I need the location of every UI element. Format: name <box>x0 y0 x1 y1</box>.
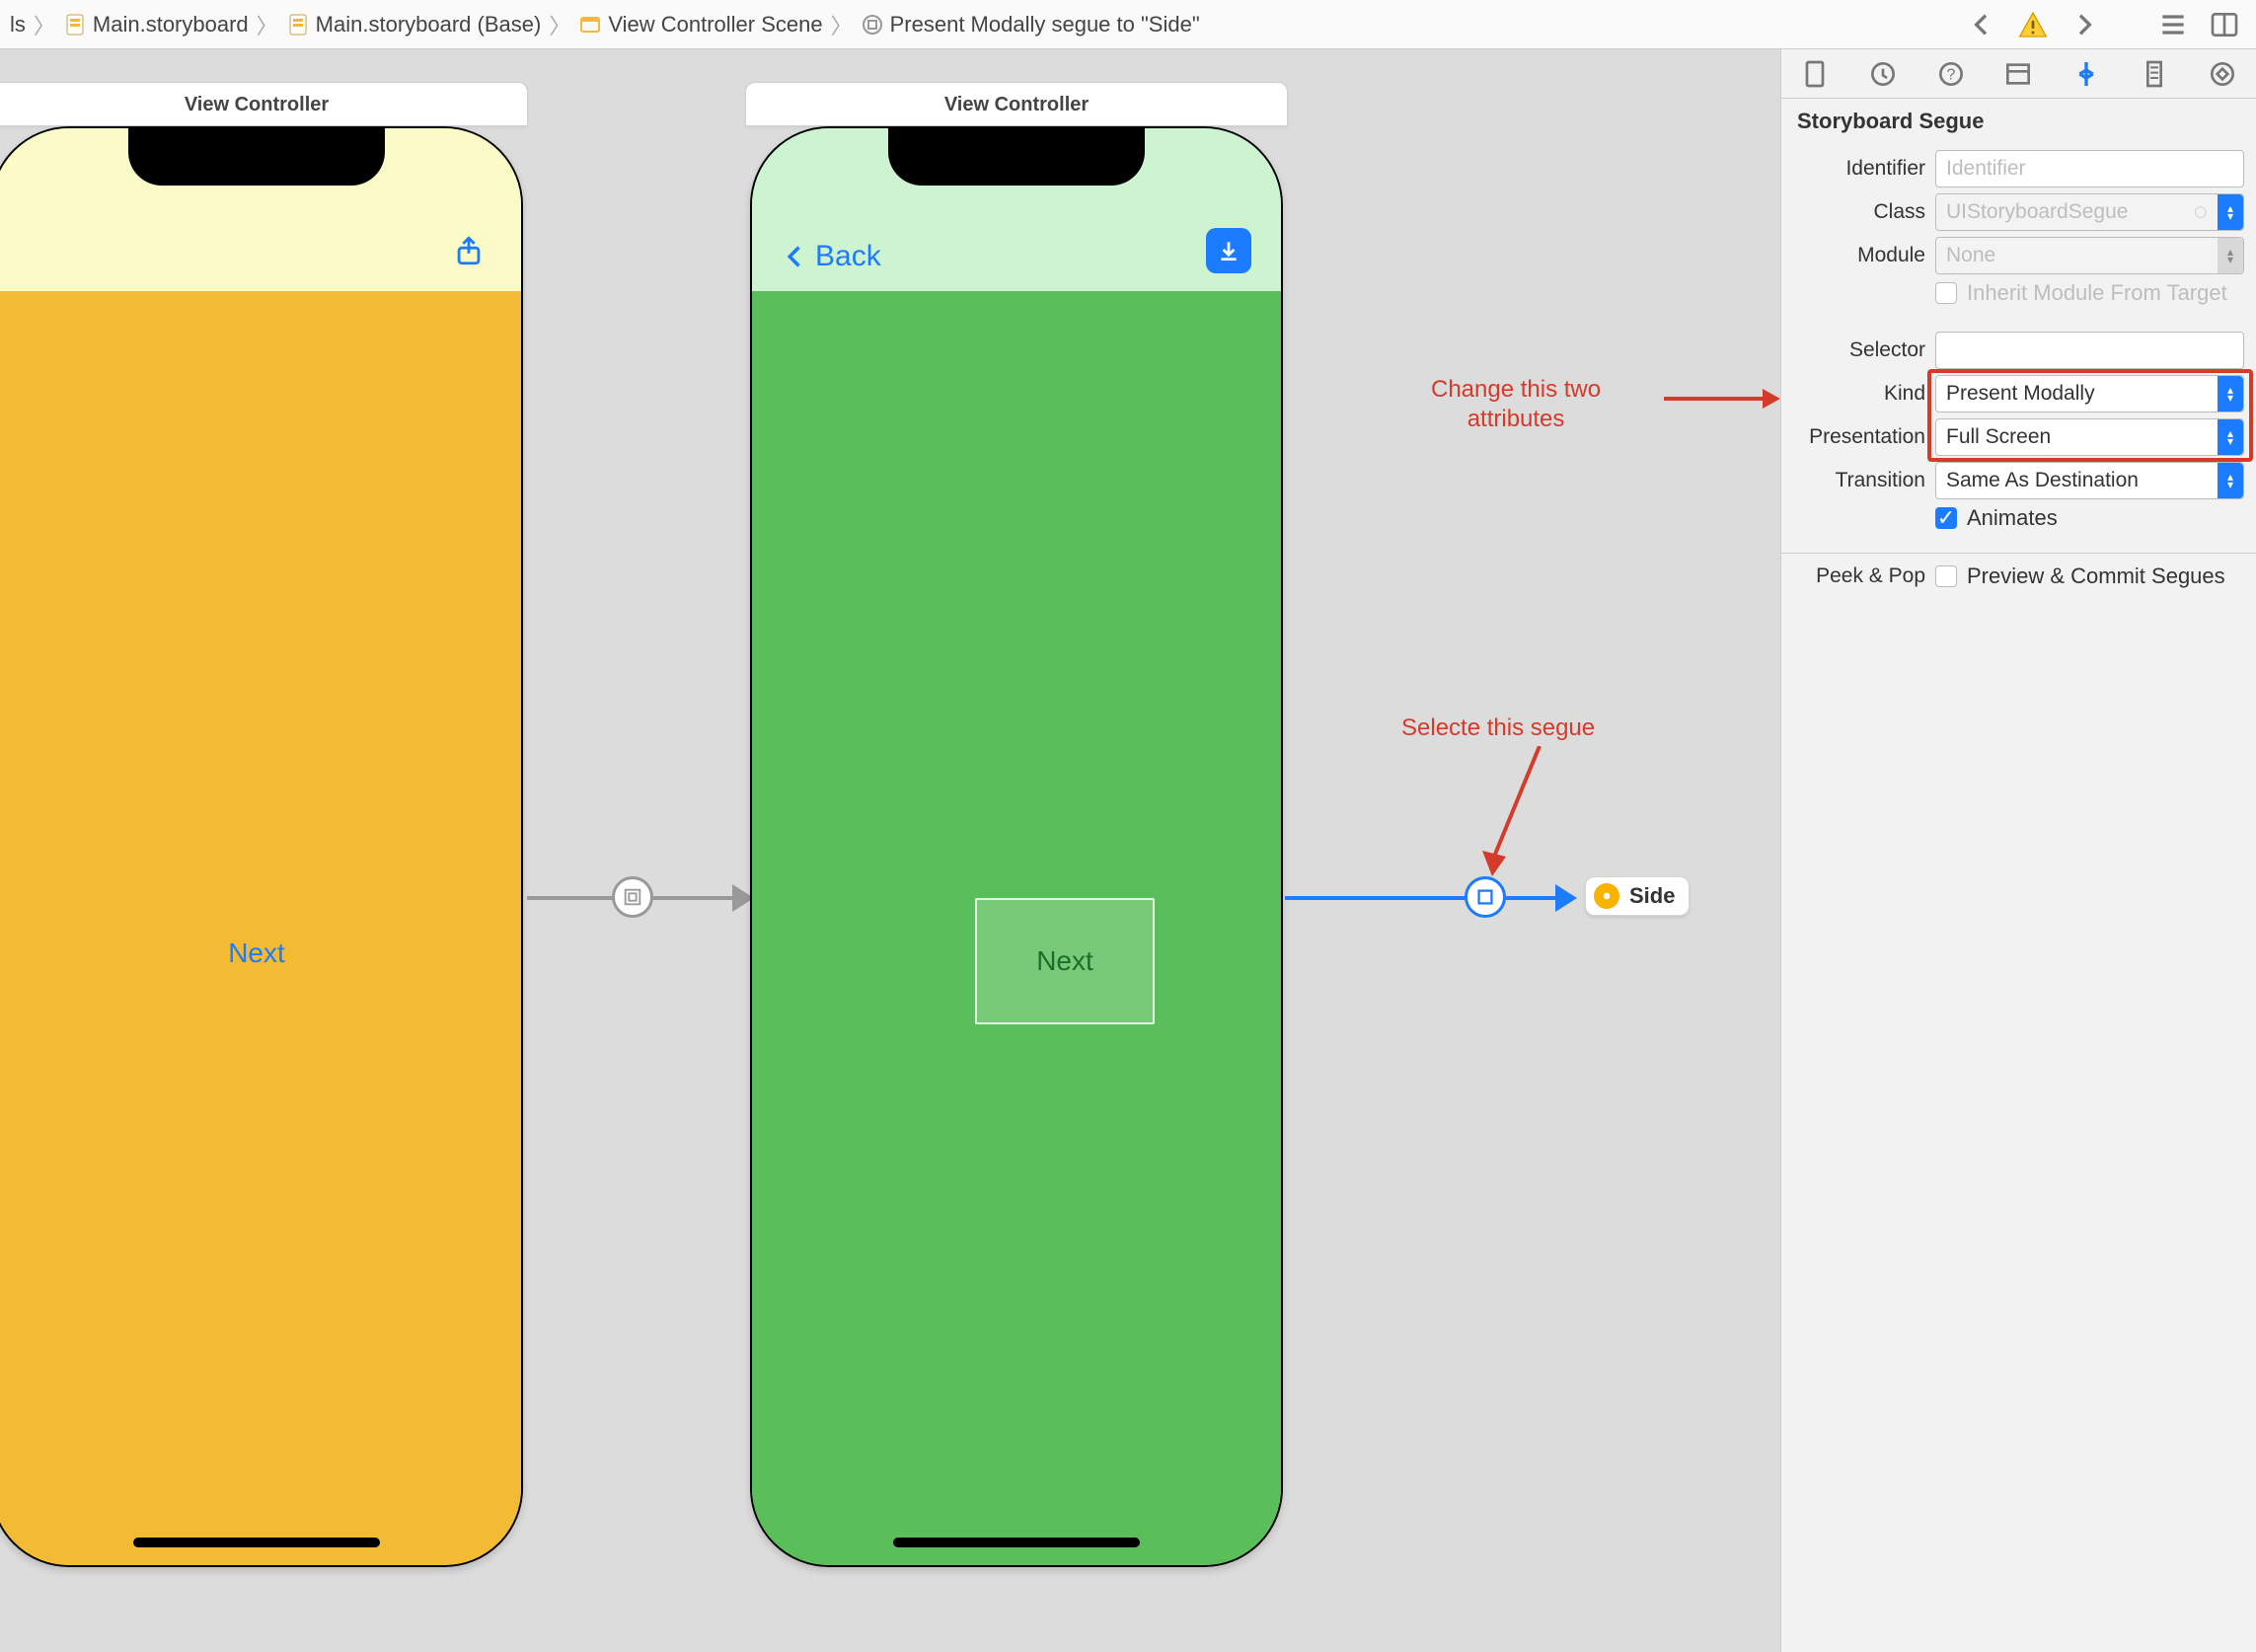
file-inspector-tab[interactable] <box>1799 58 1831 90</box>
breadcrumb-item[interactable]: View Controller Scene <box>574 10 826 39</box>
selected-segue[interactable] <box>1285 896 1571 900</box>
identifier-field[interactable]: Identifier <box>1935 150 2244 188</box>
outline-toggle-button[interactable] <box>2157 9 2189 40</box>
root-view[interactable] <box>0 128 521 1565</box>
chevron-right-icon: 〉 <box>831 9 853 40</box>
home-indicator <box>133 1538 380 1547</box>
toolbar: ls 〉 Main.storyboard 〉 Main.storyboard (… <box>0 0 2256 49</box>
selector-field[interactable] <box>1935 332 2244 369</box>
chevron-updown-icon: ▴▾ <box>2218 463 2243 498</box>
select-value: None <box>1946 244 1995 267</box>
inspector-section-title: Storyboard Segue <box>1781 99 2256 140</box>
class-select[interactable]: UIStoryboardSegue ◌ ▴▾ <box>1935 193 2244 231</box>
preview-commit-checkbox[interactable] <box>1935 565 1957 587</box>
share-button[interactable] <box>446 228 491 273</box>
checkbox-label: Animates <box>1967 505 2058 531</box>
back-button[interactable]: Back <box>782 240 881 273</box>
breadcrumb-label: Main.storyboard <box>93 12 249 38</box>
transition-select[interactable]: Same As Destination ▴▾ <box>1935 462 2244 499</box>
select-value: UIStoryboardSegue <box>1946 200 2128 224</box>
inherit-module-checkbox[interactable] <box>1935 282 1957 304</box>
storyboard-reference-icon <box>1594 883 1619 909</box>
chevron-right-icon: 〉 <box>257 9 278 40</box>
annotation-text: Change this two attributes <box>1431 375 1601 434</box>
annotation-arrow-icon <box>1480 746 1559 880</box>
breadcrumb-item[interactable]: Main.storyboard (Base) <box>282 10 546 39</box>
view-controller-scene[interactable]: View Controller Back Next <box>750 126 1283 1567</box>
module-select[interactable]: None ▴▾ <box>1935 237 2244 274</box>
annotation-highlight <box>1927 369 2253 462</box>
segue-icon <box>861 13 884 37</box>
segue-anchor-icon[interactable] <box>612 876 653 918</box>
annotation-arrow-icon <box>1664 387 1780 411</box>
container-view[interactable]: Next <box>975 898 1155 1024</box>
prev-issue-button[interactable] <box>1966 9 1997 40</box>
breadcrumb-label: View Controller Scene <box>608 12 822 38</box>
device-notch <box>888 128 1145 186</box>
breadcrumb-item[interactable]: ls <box>6 10 30 39</box>
storyboard-file-icon <box>63 13 87 37</box>
home-indicator <box>893 1538 1140 1547</box>
help-inspector-tab[interactable]: ? <box>1935 58 1967 90</box>
connections-inspector-tab[interactable] <box>2207 58 2238 90</box>
inspector-form: Identifier Identifier Class UIStoryboard… <box>1781 140 2256 554</box>
inspector-form: Peek & Pop Preview & Commit Segues <box>1781 554 2256 611</box>
root-view[interactable] <box>752 128 1281 1565</box>
checkbox-label: Inherit Module From Target <box>1967 280 2227 306</box>
back-label: Back <box>815 240 881 273</box>
adjust-editor-button[interactable] <box>2209 9 2240 40</box>
chevron-left-icon <box>782 243 809 270</box>
field-label: Module <box>1793 244 1925 267</box>
breadcrumb-label: ls <box>10 12 26 38</box>
storyboard-canvas[interactable]: View Controller Next <box>0 49 1780 1652</box>
breadcrumb-label: Present Modally segue to "Side" <box>890 12 1200 38</box>
chevron-right-icon: 〉 <box>34 9 55 40</box>
field-label: Presentation <box>1793 425 1925 449</box>
field-label: Transition <box>1793 469 1925 492</box>
clear-icon[interactable]: ◌ <box>2194 198 2208 226</box>
field-label: Selector <box>1793 338 1925 362</box>
inspector-panel: ? Storyboard Segue Identifier Identifier… <box>1780 49 2256 1652</box>
identity-inspector-tab[interactable] <box>2002 58 2034 90</box>
field-label: Peek & Pop <box>1793 564 1925 588</box>
chevron-updown-icon: ▴▾ <box>2218 194 2243 230</box>
inspector-tabs: ? <box>1781 49 2256 99</box>
warning-icon[interactable] <box>2017 9 2049 40</box>
side-reference-label: Side <box>1629 883 1675 909</box>
annotation-text: Selecte this segue <box>1401 714 1595 742</box>
download-button[interactable] <box>1206 228 1251 273</box>
checkbox-label: Preview & Commit Segues <box>1967 563 2225 589</box>
scene-icon <box>578 13 602 37</box>
breadcrumb-label: Main.storyboard (Base) <box>316 12 542 38</box>
svg-text:?: ? <box>1946 66 1955 83</box>
animates-checkbox[interactable]: ✓ <box>1935 507 1957 529</box>
device-frame: Back Next <box>750 126 1283 1567</box>
breadcrumb: ls 〉 Main.storyboard 〉 Main.storyboard (… <box>6 9 1966 40</box>
next-label[interactable]: Next <box>977 900 1153 1022</box>
placeholder-text: Identifier <box>1946 157 2026 181</box>
device-frame: Next <box>0 126 523 1567</box>
scene-title[interactable]: View Controller <box>745 82 1288 126</box>
chevron-updown-icon: ▴▾ <box>2218 238 2243 273</box>
next-issue-button[interactable] <box>2068 9 2100 40</box>
view-controller-scene[interactable]: View Controller Next <box>0 126 523 1567</box>
segue-anchor-icon[interactable] <box>1465 876 1506 918</box>
attributes-inspector-tab[interactable] <box>2070 58 2102 90</box>
breadcrumb-item[interactable]: Main.storyboard <box>59 10 253 39</box>
device-notch <box>128 128 385 186</box>
next-button[interactable]: Next <box>0 938 521 969</box>
field-label: Class <box>1793 200 1925 224</box>
side-reference-chip[interactable]: Side <box>1585 876 1690 916</box>
scene-title[interactable]: View Controller <box>0 82 528 126</box>
storyboard-file-icon <box>286 13 310 37</box>
breadcrumb-item[interactable]: Present Modally segue to "Side" <box>857 10 1204 39</box>
select-value: Same As Destination <box>1946 469 2139 492</box>
chevron-right-icon: 〉 <box>549 9 570 40</box>
history-inspector-tab[interactable] <box>1867 58 1899 90</box>
arrow-icon <box>1555 884 1577 912</box>
field-label: Kind <box>1793 382 1925 406</box>
field-label: Identifier <box>1793 157 1925 181</box>
size-inspector-tab[interactable] <box>2139 58 2170 90</box>
toolbar-right <box>1966 9 2250 40</box>
